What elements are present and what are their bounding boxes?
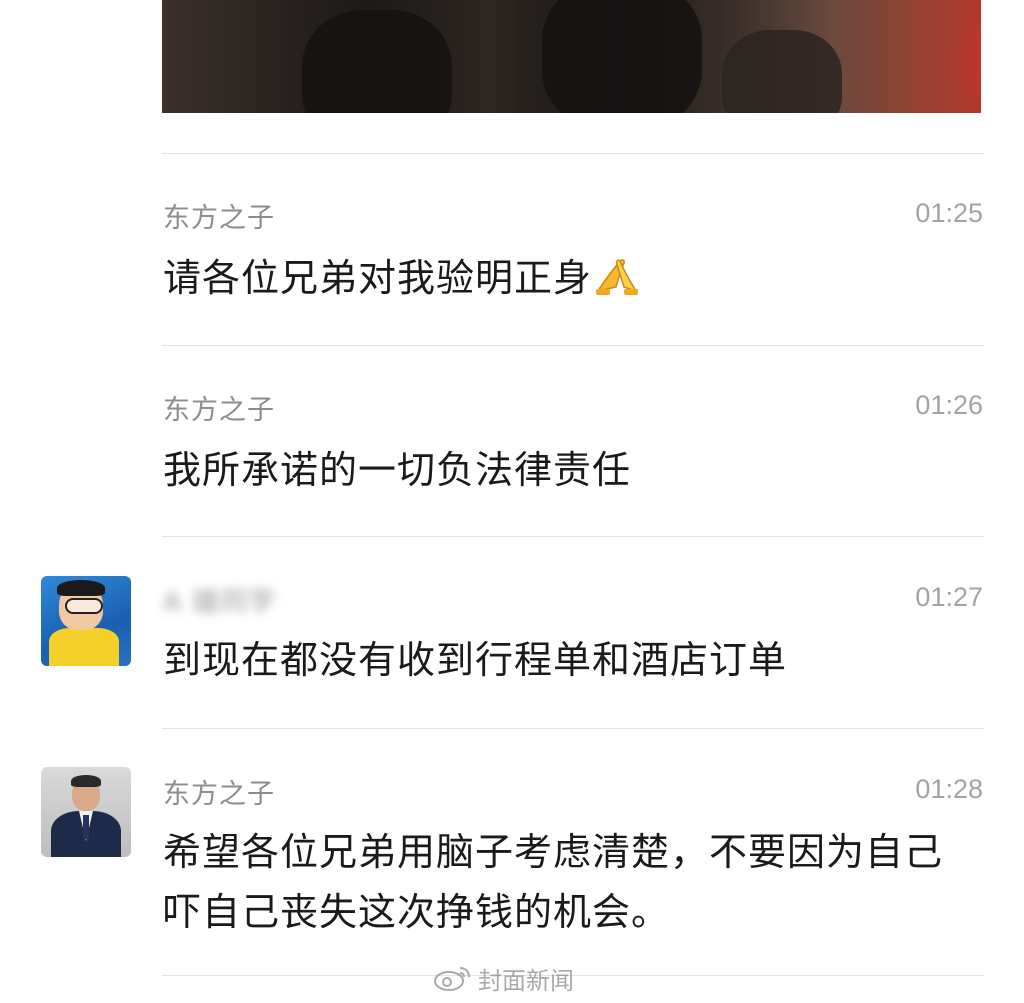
sender-name: 东方之子 <box>163 203 275 234</box>
divider <box>162 728 984 729</box>
watermark: 封面新闻 <box>432 962 574 995</box>
sender-name: 东方之子 <box>163 395 275 426</box>
message-time: 01:26 <box>915 390 983 420</box>
divider <box>162 153 984 154</box>
message-time: 01:28 <box>915 774 983 804</box>
message-body: 请各位兄弟对我验明正身 <box>163 256 593 300</box>
message-time: 01:25 <box>915 198 983 228</box>
shared-photo[interactable] <box>162 0 981 113</box>
sender-name: 东方之子 <box>163 779 275 810</box>
message-text: 希望各位兄弟用脑子考虑清楚，不要因为自己吓自己丧失这次挣钱的机会。 <box>163 830 944 934</box>
divider <box>162 536 984 537</box>
sender-name: A 雄同学 <box>163 587 277 618</box>
message-text: 到现在都没有收到行程单和酒店订单 <box>163 638 788 682</box>
watermark-text: 封面新闻 <box>478 966 574 995</box>
folded-hands-emoji <box>596 259 639 295</box>
message-time: 01:27 <box>915 582 983 612</box>
avatar[interactable] <box>41 576 131 666</box>
weibo-icon <box>434 967 470 991</box>
divider <box>162 345 984 346</box>
message-text: 请各位兄弟对我验明正身 <box>163 248 963 308</box>
avatar[interactable] <box>41 767 131 857</box>
message-text: 我所承诺的一切负法律责任 <box>163 448 632 492</box>
